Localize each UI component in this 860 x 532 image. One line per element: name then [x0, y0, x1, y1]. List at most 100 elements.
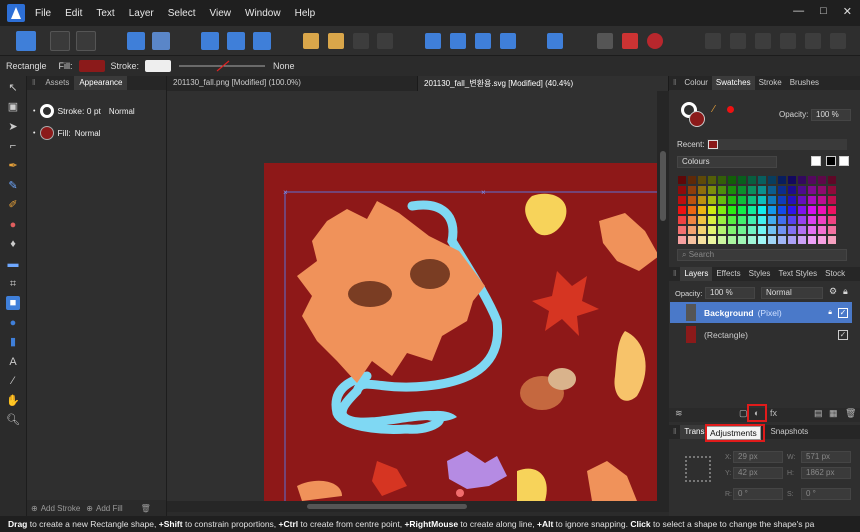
swatch-cell[interactable]	[797, 205, 807, 215]
blend-mode-select[interactable]: Normal	[761, 287, 823, 299]
swatch-cell[interactable]	[737, 215, 747, 225]
recent-swatch[interactable]	[708, 140, 718, 149]
vertical-scroll-thumb[interactable]	[660, 151, 666, 221]
swatch-cell[interactable]	[727, 185, 737, 195]
color-picker-tool-icon[interactable]: ⁄	[6, 374, 20, 388]
swatch-cell[interactable]	[687, 195, 697, 205]
swatch-cell[interactable]	[717, 225, 727, 235]
swatch-cell[interactable]	[757, 235, 767, 245]
boolean-xor-icon[interactable]	[780, 33, 796, 49]
stroke-row[interactable]: • Stroke: 0 pt Normal	[33, 104, 135, 118]
swatch-cell[interactable]	[697, 215, 707, 225]
rotate-right-icon[interactable]	[500, 33, 516, 49]
swatch-cell[interactable]	[757, 195, 767, 205]
stroke-style-preview[interactable]	[177, 60, 267, 72]
menu-edit[interactable]: Edit	[65, 8, 82, 19]
swatch-cell[interactable]	[737, 175, 747, 185]
swatch-cell[interactable]	[827, 175, 837, 185]
text-tool-icon[interactable]: A	[6, 355, 20, 369]
swatch-cell[interactable]	[757, 205, 767, 215]
snap-magnet-icon[interactable]	[647, 33, 663, 49]
swatch-cell[interactable]	[787, 235, 797, 245]
swatch-cell[interactable]	[687, 215, 697, 225]
swatch-cell[interactable]	[737, 225, 747, 235]
menu-layer[interactable]: Layer	[129, 8, 154, 19]
geometry-icon[interactable]	[622, 33, 638, 49]
no-color-icon[interactable]	[811, 156, 821, 166]
swatch-cell[interactable]	[797, 235, 807, 245]
swatch-cell[interactable]	[747, 235, 757, 245]
swatch-cell[interactable]	[747, 225, 757, 235]
swatch-cell[interactable]	[697, 195, 707, 205]
menu-text[interactable]: Text	[96, 8, 114, 19]
swatch-cell[interactable]	[697, 175, 707, 185]
brush-tool-icon[interactable]: ✐	[6, 198, 20, 212]
tab-layers[interactable]: Layers	[680, 267, 713, 281]
black-color-icon[interactable]	[826, 156, 836, 166]
tab-document-png[interactable]: 201130_fall.png [Modified] (100.0%)	[167, 76, 418, 91]
swatch-cell[interactable]	[807, 225, 817, 235]
swatch-cell[interactable]	[817, 205, 827, 215]
swatch-search-field[interactable]: ⌕ Search	[677, 249, 847, 261]
swatch-cell[interactable]	[787, 205, 797, 215]
tab-swatches[interactable]: Swatches	[711, 76, 755, 90]
tab-effects[interactable]: Effects	[712, 267, 744, 281]
swatch-opacity-field[interactable]: 100 %	[811, 109, 851, 121]
pixel-persona-icon[interactable]	[50, 31, 70, 51]
swatch-cell[interactable]	[717, 185, 727, 195]
order-backward-icon[interactable]	[353, 33, 369, 49]
menu-view[interactable]: View	[210, 8, 232, 19]
zoom-tool-icon[interactable]: 🔍︎	[6, 413, 20, 427]
swatch-cell[interactable]	[767, 225, 777, 235]
flip-vertical-icon[interactable]	[450, 33, 466, 49]
swatch-cell[interactable]	[707, 175, 717, 185]
swatch-cell[interactable]	[747, 185, 757, 195]
boolean-divide-icon[interactable]	[805, 33, 821, 49]
swatch-cell[interactable]	[787, 175, 797, 185]
arrange-icon[interactable]	[253, 32, 271, 50]
move-tool-icon[interactable]: ↖	[6, 81, 20, 95]
delete-layer-icon[interactable]: 🗑︎	[845, 408, 856, 419]
swatch-cell[interactable]	[817, 235, 827, 245]
swatch-cell[interactable]	[807, 185, 817, 195]
swatch-cell[interactable]	[767, 235, 777, 245]
compound-icon[interactable]	[830, 33, 846, 49]
swatch-cell[interactable]	[757, 215, 767, 225]
shear-field[interactable]: 0 °	[801, 488, 851, 500]
rectangle-tool-icon[interactable]: ■	[6, 296, 20, 310]
swatch-cell[interactable]	[777, 215, 787, 225]
swatch-cell[interactable]	[787, 225, 797, 235]
swatch-cell[interactable]	[707, 235, 717, 245]
tab-assets[interactable]: Assets	[40, 76, 74, 90]
new-layer-icon[interactable]: ▤	[814, 408, 823, 419]
swatch-cell[interactable]	[677, 185, 687, 195]
grid-icon[interactable]	[597, 33, 613, 49]
swatch-cell[interactable]	[707, 225, 717, 235]
menu-help[interactable]: Help	[295, 8, 316, 19]
swatch-cell[interactable]	[687, 225, 697, 235]
place-image-tool-icon[interactable]: ▬	[6, 257, 20, 271]
rotate-left-icon[interactable]	[475, 33, 491, 49]
swatch-cell[interactable]	[677, 225, 687, 235]
swatch-cell[interactable]	[767, 215, 777, 225]
swatch-cell[interactable]	[687, 175, 697, 185]
swatch-cell[interactable]	[817, 185, 827, 195]
layer-visibility-checkbox[interactable]: ✓	[838, 307, 848, 318]
swatch-cell[interactable]	[777, 205, 787, 215]
group-icon[interactable]: ▦	[829, 408, 838, 419]
anchor-selector-icon[interactable]	[685, 456, 711, 482]
swatch-cell[interactable]	[797, 215, 807, 225]
swatch-cell[interactable]	[717, 205, 727, 215]
share-icon[interactable]	[76, 31, 96, 51]
swatch-cell[interactable]	[777, 195, 787, 205]
delete-icon[interactable]: 🗑︎	[141, 504, 151, 513]
swatch-cell[interactable]	[727, 225, 737, 235]
order-forward-icon[interactable]	[328, 33, 344, 49]
designer-persona-icon[interactable]	[16, 31, 36, 51]
swatch-grid[interactable]	[677, 175, 837, 245]
swatch-cell[interactable]	[787, 195, 797, 205]
tab-text-styles[interactable]: Text Styles	[774, 267, 821, 281]
swatch-cell[interactable]	[727, 235, 737, 245]
hand-tool-icon[interactable]: ✋	[6, 394, 20, 408]
menu-select[interactable]: Select	[168, 8, 196, 19]
